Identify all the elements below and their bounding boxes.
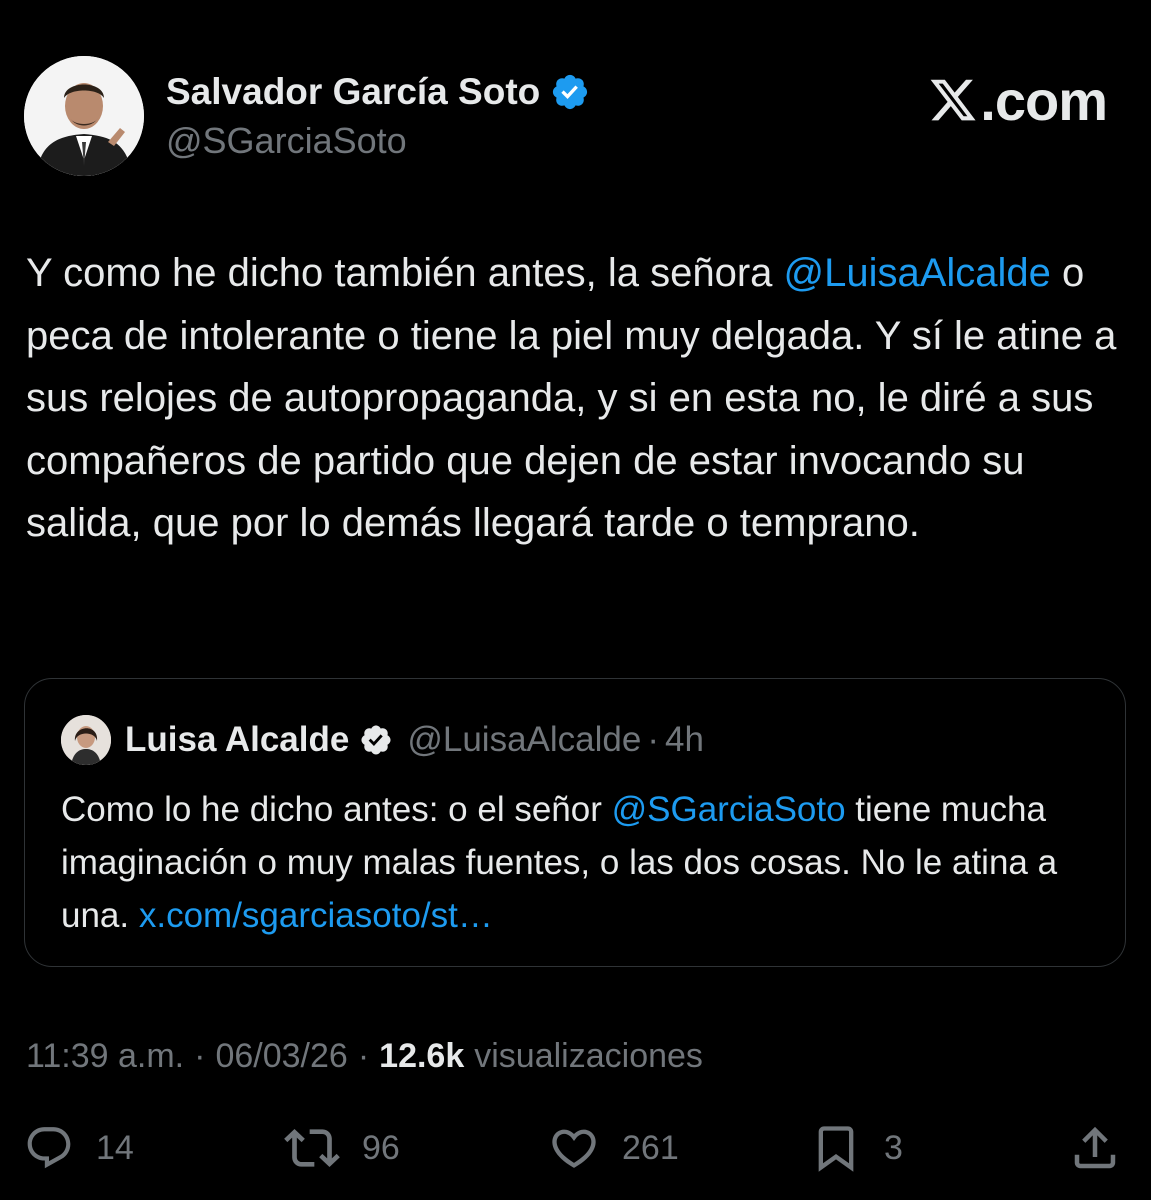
author-name[interactable]: Salvador García Soto bbox=[166, 71, 540, 113]
share-icon bbox=[1068, 1121, 1122, 1175]
quote-author-handle[interactable]: @LuisaAlcalde bbox=[407, 720, 641, 760]
brand-domain: .com bbox=[980, 68, 1108, 132]
author-avatar[interactable] bbox=[24, 56, 144, 176]
quote-avatar[interactable] bbox=[61, 715, 111, 765]
meta-separator: · bbox=[357, 1036, 370, 1075]
views-count: 12.6k bbox=[379, 1036, 465, 1075]
tweet-text: Y como he dicho también antes, la señora… bbox=[26, 242, 1136, 555]
repost-button[interactable]: 96 bbox=[284, 1118, 400, 1178]
like-button[interactable]: 261 bbox=[548, 1118, 679, 1178]
x-logo-icon bbox=[928, 75, 978, 125]
share-button[interactable] bbox=[1068, 1118, 1122, 1178]
quote-text: Como lo he dicho antes: o el señor @SGar… bbox=[61, 783, 1101, 942]
reply-button[interactable]: 14 bbox=[24, 1118, 134, 1178]
repost-count: 96 bbox=[362, 1128, 400, 1167]
meta-separator: · bbox=[194, 1036, 206, 1075]
bookmark-icon bbox=[810, 1122, 862, 1174]
heart-icon bbox=[548, 1122, 600, 1174]
quote-author-photo bbox=[61, 715, 111, 765]
tweet-date[interactable]: 06/03/26 bbox=[215, 1037, 347, 1076]
tweet-text-start: Y como he dicho también antes, la señora bbox=[26, 251, 784, 295]
verified-badge-icon bbox=[550, 72, 590, 112]
like-count: 261 bbox=[622, 1128, 679, 1167]
author-name-row[interactable]: Salvador García Soto bbox=[166, 70, 590, 114]
tweet-time[interactable]: 11:39 a.m. bbox=[26, 1037, 184, 1076]
repost-icon bbox=[284, 1120, 340, 1176]
quoted-tweet-card[interactable]: Luisa Alcalde @LuisaAlcalde · 4h Como lo… bbox=[24, 678, 1126, 967]
reply-count: 14 bbox=[96, 1128, 134, 1167]
quote-header: Luisa Alcalde @LuisaAlcalde · 4h bbox=[125, 717, 704, 763]
quote-text-start: Como lo he dicho antes: o el señor bbox=[61, 790, 612, 829]
action-bar: 14 96 261 3 bbox=[0, 1118, 1151, 1178]
tweet-text-end: o peca de intolerante o tiene la piel mu… bbox=[26, 251, 1117, 545]
author-handle[interactable]: @SGarciaSoto bbox=[166, 120, 407, 162]
quote-verified-badge-icon bbox=[359, 723, 393, 757]
author-photo bbox=[24, 56, 144, 176]
bookmark-button[interactable]: 3 bbox=[810, 1118, 903, 1178]
bookmark-count: 3 bbox=[884, 1128, 903, 1167]
quote-url-link[interactable]: x.com/sgarciasoto/st… bbox=[139, 896, 493, 935]
reply-icon bbox=[24, 1123, 74, 1173]
quote-mention-link[interactable]: @SGarciaSoto bbox=[612, 790, 846, 829]
quote-timestamp[interactable]: 4h bbox=[665, 720, 704, 760]
quote-separator: · bbox=[647, 720, 659, 759]
brand-watermark: .com bbox=[928, 68, 1108, 132]
tweet-meta: 11:39 a.m. · 06/03/26 · 12.6k visualizac… bbox=[26, 1032, 703, 1080]
tweet-mention-link[interactable]: @LuisaAlcalde bbox=[784, 251, 1051, 295]
quote-author-name[interactable]: Luisa Alcalde bbox=[125, 720, 349, 760]
views-label: visualizaciones bbox=[474, 1036, 703, 1075]
